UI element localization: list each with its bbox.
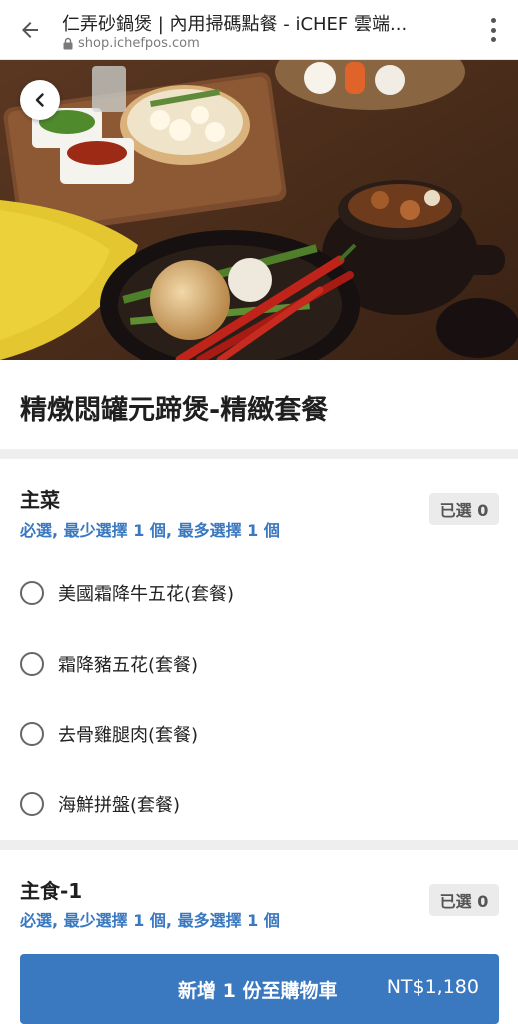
section-title-staple: 主食-1 (20, 879, 83, 903)
selected-count-badge: 已選 0 (429, 493, 499, 525)
option-chicken[interactable]: 去骨雞腿肉(套餐) (20, 719, 198, 749)
add-to-cart-button[interactable]: 新增 1 份至購物車 NT$1,180 (20, 954, 499, 1024)
option-seafood[interactable]: 海鮮拼盤(套餐) (20, 789, 180, 819)
radio-button[interactable] (20, 652, 44, 676)
page-title: 仁弄砂鍋煲 | 內用掃碼點餐 - iCHEF 雲端... (62, 14, 408, 35)
option-label: 美國霜降牛五花(套餐) (58, 584, 235, 605)
selected-count-badge: 已選 0 (429, 884, 499, 916)
arrow-left-icon (22, 22, 38, 38)
radio-button[interactable] (20, 722, 44, 746)
option-label: 海鮮拼盤(套餐) (58, 795, 181, 816)
section-rule-staple: 必選, 最少選擇 1 個, 最多選擇 1 個 (20, 911, 280, 930)
option-pork[interactable]: 霜降豬五花(套餐) (20, 649, 198, 679)
lock-icon (63, 37, 73, 50)
radio-button[interactable] (20, 792, 44, 816)
browser-back-button[interactable] (14, 14, 46, 46)
option-label: 去骨雞腿肉(套餐) (58, 725, 199, 746)
dish-photo (0, 60, 518, 360)
chevron-left-icon (35, 93, 44, 107)
dish-title: 精燉悶罐元蹄煲-精緻套餐 (20, 395, 329, 426)
option-beef[interactable]: 美國霜降牛五花(套餐) (20, 578, 234, 608)
dish-photo-illustration (0, 60, 518, 360)
url-bar[interactable]: shop.ichefpos.com (62, 36, 200, 51)
add-to-cart-label: 新增 1 份至購物車 (178, 980, 338, 1002)
back-button[interactable] (20, 80, 60, 120)
section-title-main-dish: 主菜 (20, 488, 60, 512)
more-vertical-icon[interactable] (488, 16, 498, 44)
section-rule-main-dish: 必選, 最少選擇 1 個, 最多選擇 1 個 (20, 521, 280, 540)
browser-toolbar: 仁弄砂鍋煲 | 內用掃碼點餐 - iCHEF 雲端... shop.ichefp… (0, 0, 518, 60)
option-label: 霜降豬五花(套餐) (58, 655, 199, 676)
section-divider (0, 449, 518, 459)
section-divider (0, 840, 518, 850)
cart-price: NT$1,180 (386, 976, 479, 998)
url-text: shop.ichefpos.com (78, 36, 200, 51)
radio-button[interactable] (20, 581, 44, 605)
